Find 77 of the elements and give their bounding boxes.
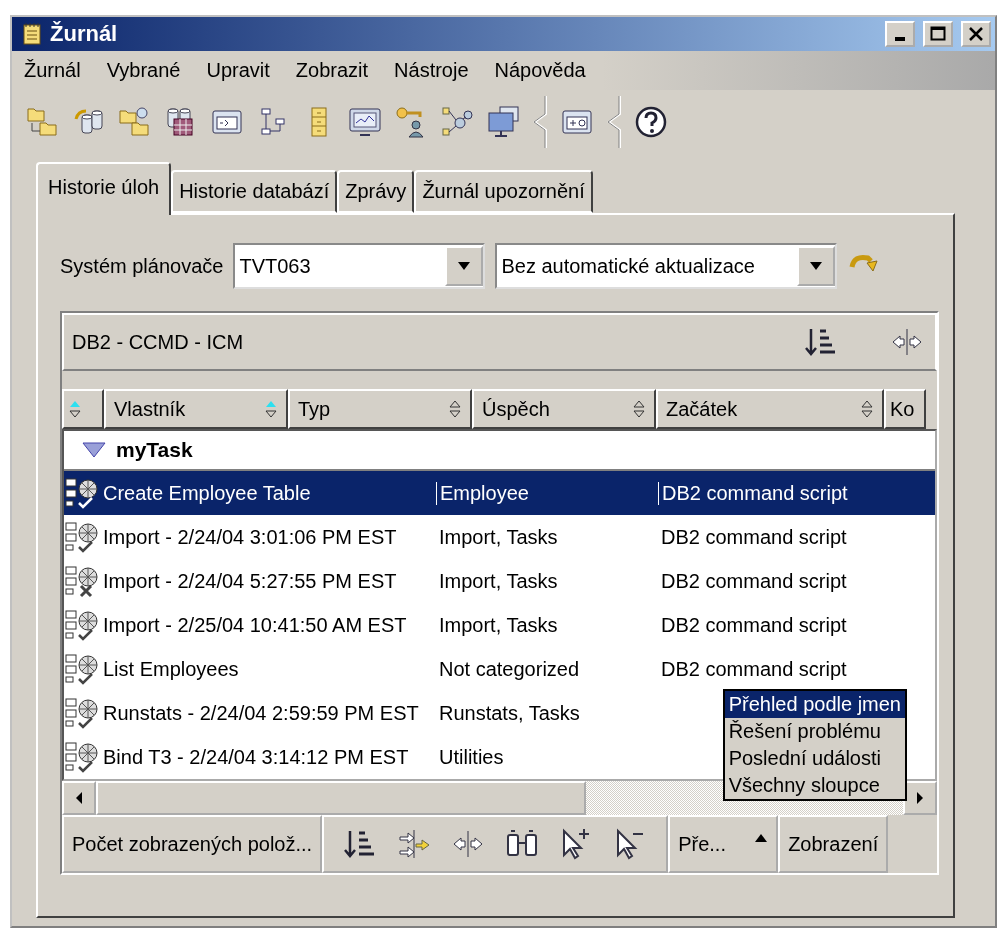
window-title: Žurnál <box>50 21 119 47</box>
folder-tree-icon[interactable] <box>26 105 60 139</box>
table-cell-text: DB2 command script <box>660 525 848 549</box>
table-cell-text: DB2 command script <box>660 657 848 681</box>
expand-triangle-icon[interactable] <box>82 442 106 458</box>
table-cell-text: Create Employee Table <box>102 481 312 505</box>
scheduler-label: Systém plánovače <box>60 254 224 278</box>
close-button[interactable] <box>961 21 991 47</box>
tab[interactable]: Žurnál upozornění <box>414 170 593 213</box>
table-cell-text: Bind T3 - 2/24/04 3:14:12 PM EST <box>102 745 410 769</box>
triangle-icon <box>457 261 472 271</box>
group-label: myTask <box>116 438 193 462</box>
menu-item[interactable]: Nápověda <box>494 59 586 82</box>
computer-icon[interactable] <box>486 105 520 139</box>
right-triangle-icon <box>915 791 925 805</box>
tab[interactable]: Historie úloh <box>36 162 172 215</box>
views-menu-button[interactable]: Pře... <box>668 815 779 873</box>
table-cell-text: DB2 command script <box>660 569 848 593</box>
column-header[interactable]: Typ <box>288 389 472 429</box>
table-cell-text: List Employees <box>102 657 240 681</box>
folder-person-icon[interactable] <box>118 105 152 139</box>
caret-icon <box>754 833 769 843</box>
menu-item[interactable]: Zobrazit <box>295 59 369 82</box>
sort-arrows-icon[interactable] <box>860 399 874 419</box>
table-cell-text: Import, Tasks <box>438 569 559 593</box>
network-nodes-icon[interactable] <box>440 105 474 139</box>
sort-arrows-icon[interactable] <box>264 399 278 419</box>
refresh-dropdown[interactable]: Bez automatické aktualizace <box>495 243 838 289</box>
table-cell-text: Runstats - 2/24/04 2:59:59 PM EST <box>102 701 420 725</box>
tab[interactable]: Historie databází <box>171 170 338 213</box>
display-button[interactable]: Zobrazení <box>778 815 889 873</box>
toolbar-separator <box>532 94 548 150</box>
dropdown-button[interactable] <box>445 246 484 286</box>
column-header[interactable] <box>62 389 104 429</box>
scroll-left-button[interactable] <box>62 781 96 815</box>
menu-item[interactable]: Nástroje <box>394 59 469 82</box>
sort-arrows-icon[interactable] <box>68 399 82 419</box>
close-icon <box>968 26 984 42</box>
table-cell-text: Import - 2/25/04 10:41:50 AM EST <box>102 613 408 637</box>
column-header[interactable]: Úspěch <box>472 389 656 429</box>
table-cell: Employee <box>436 481 658 505</box>
table-cell-text: Import, Tasks <box>438 613 559 637</box>
table-cell-text: Import - 2/24/04 5:27:55 PM EST <box>102 569 398 593</box>
table-cell-text: Not categorized <box>438 657 581 681</box>
scheduler-dropdown[interactable]: TVT063 <box>233 243 486 289</box>
item-count-button[interactable]: Počet zobrazených polož... <box>62 815 323 873</box>
sort-arrows-icon[interactable] <box>632 399 646 419</box>
task-row[interactable]: Create Employee Table Employee DB2 command script <box>64 471 935 515</box>
sort-arrows-icon[interactable] <box>448 399 462 419</box>
menu-item[interactable]: Žurnál <box>24 59 81 82</box>
popup-menu-item[interactable]: Poslední události <box>724 745 905 772</box>
monitor-chart-icon[interactable] <box>348 105 382 139</box>
tab[interactable]: Zprávy <box>337 170 415 213</box>
maximize-icon <box>930 26 946 42</box>
table-cell-text: DB2 command script <box>660 613 848 637</box>
popup-menu-item[interactable]: Přehled podle jmen <box>724 691 905 718</box>
table-cell-text: Import, Tasks <box>438 525 559 549</box>
table-cell: DB2 command script <box>658 481 918 505</box>
menu-item[interactable]: Upravit <box>206 59 270 82</box>
maximize-button[interactable] <box>923 21 953 47</box>
table-cell-text: Runstats, Tasks <box>438 701 581 725</box>
minimize-icon <box>895 37 905 41</box>
table-title: DB2 - CCMD - ICM <box>72 330 244 354</box>
minimize-button[interactable] <box>885 21 915 47</box>
triangle-icon <box>809 261 824 271</box>
scroll-right-button[interactable] <box>903 781 937 815</box>
notepad-icon <box>22 22 42 46</box>
help-icon[interactable] <box>634 105 668 139</box>
column-header[interactable]: Začátek <box>656 389 884 429</box>
dropdown-button[interactable] <box>797 246 836 286</box>
left-triangle-icon <box>74 791 84 805</box>
table-cell-text: Import - 2/24/04 3:01:06 PM EST <box>102 525 398 549</box>
toolbar-separator <box>606 94 622 150</box>
column-header[interactable]: Ko <box>884 389 926 429</box>
menu-item[interactable]: Vybrané <box>106 59 181 82</box>
column-header[interactable]: Vlastník <box>104 389 288 429</box>
table-cell-text: Utilities <box>438 745 505 769</box>
